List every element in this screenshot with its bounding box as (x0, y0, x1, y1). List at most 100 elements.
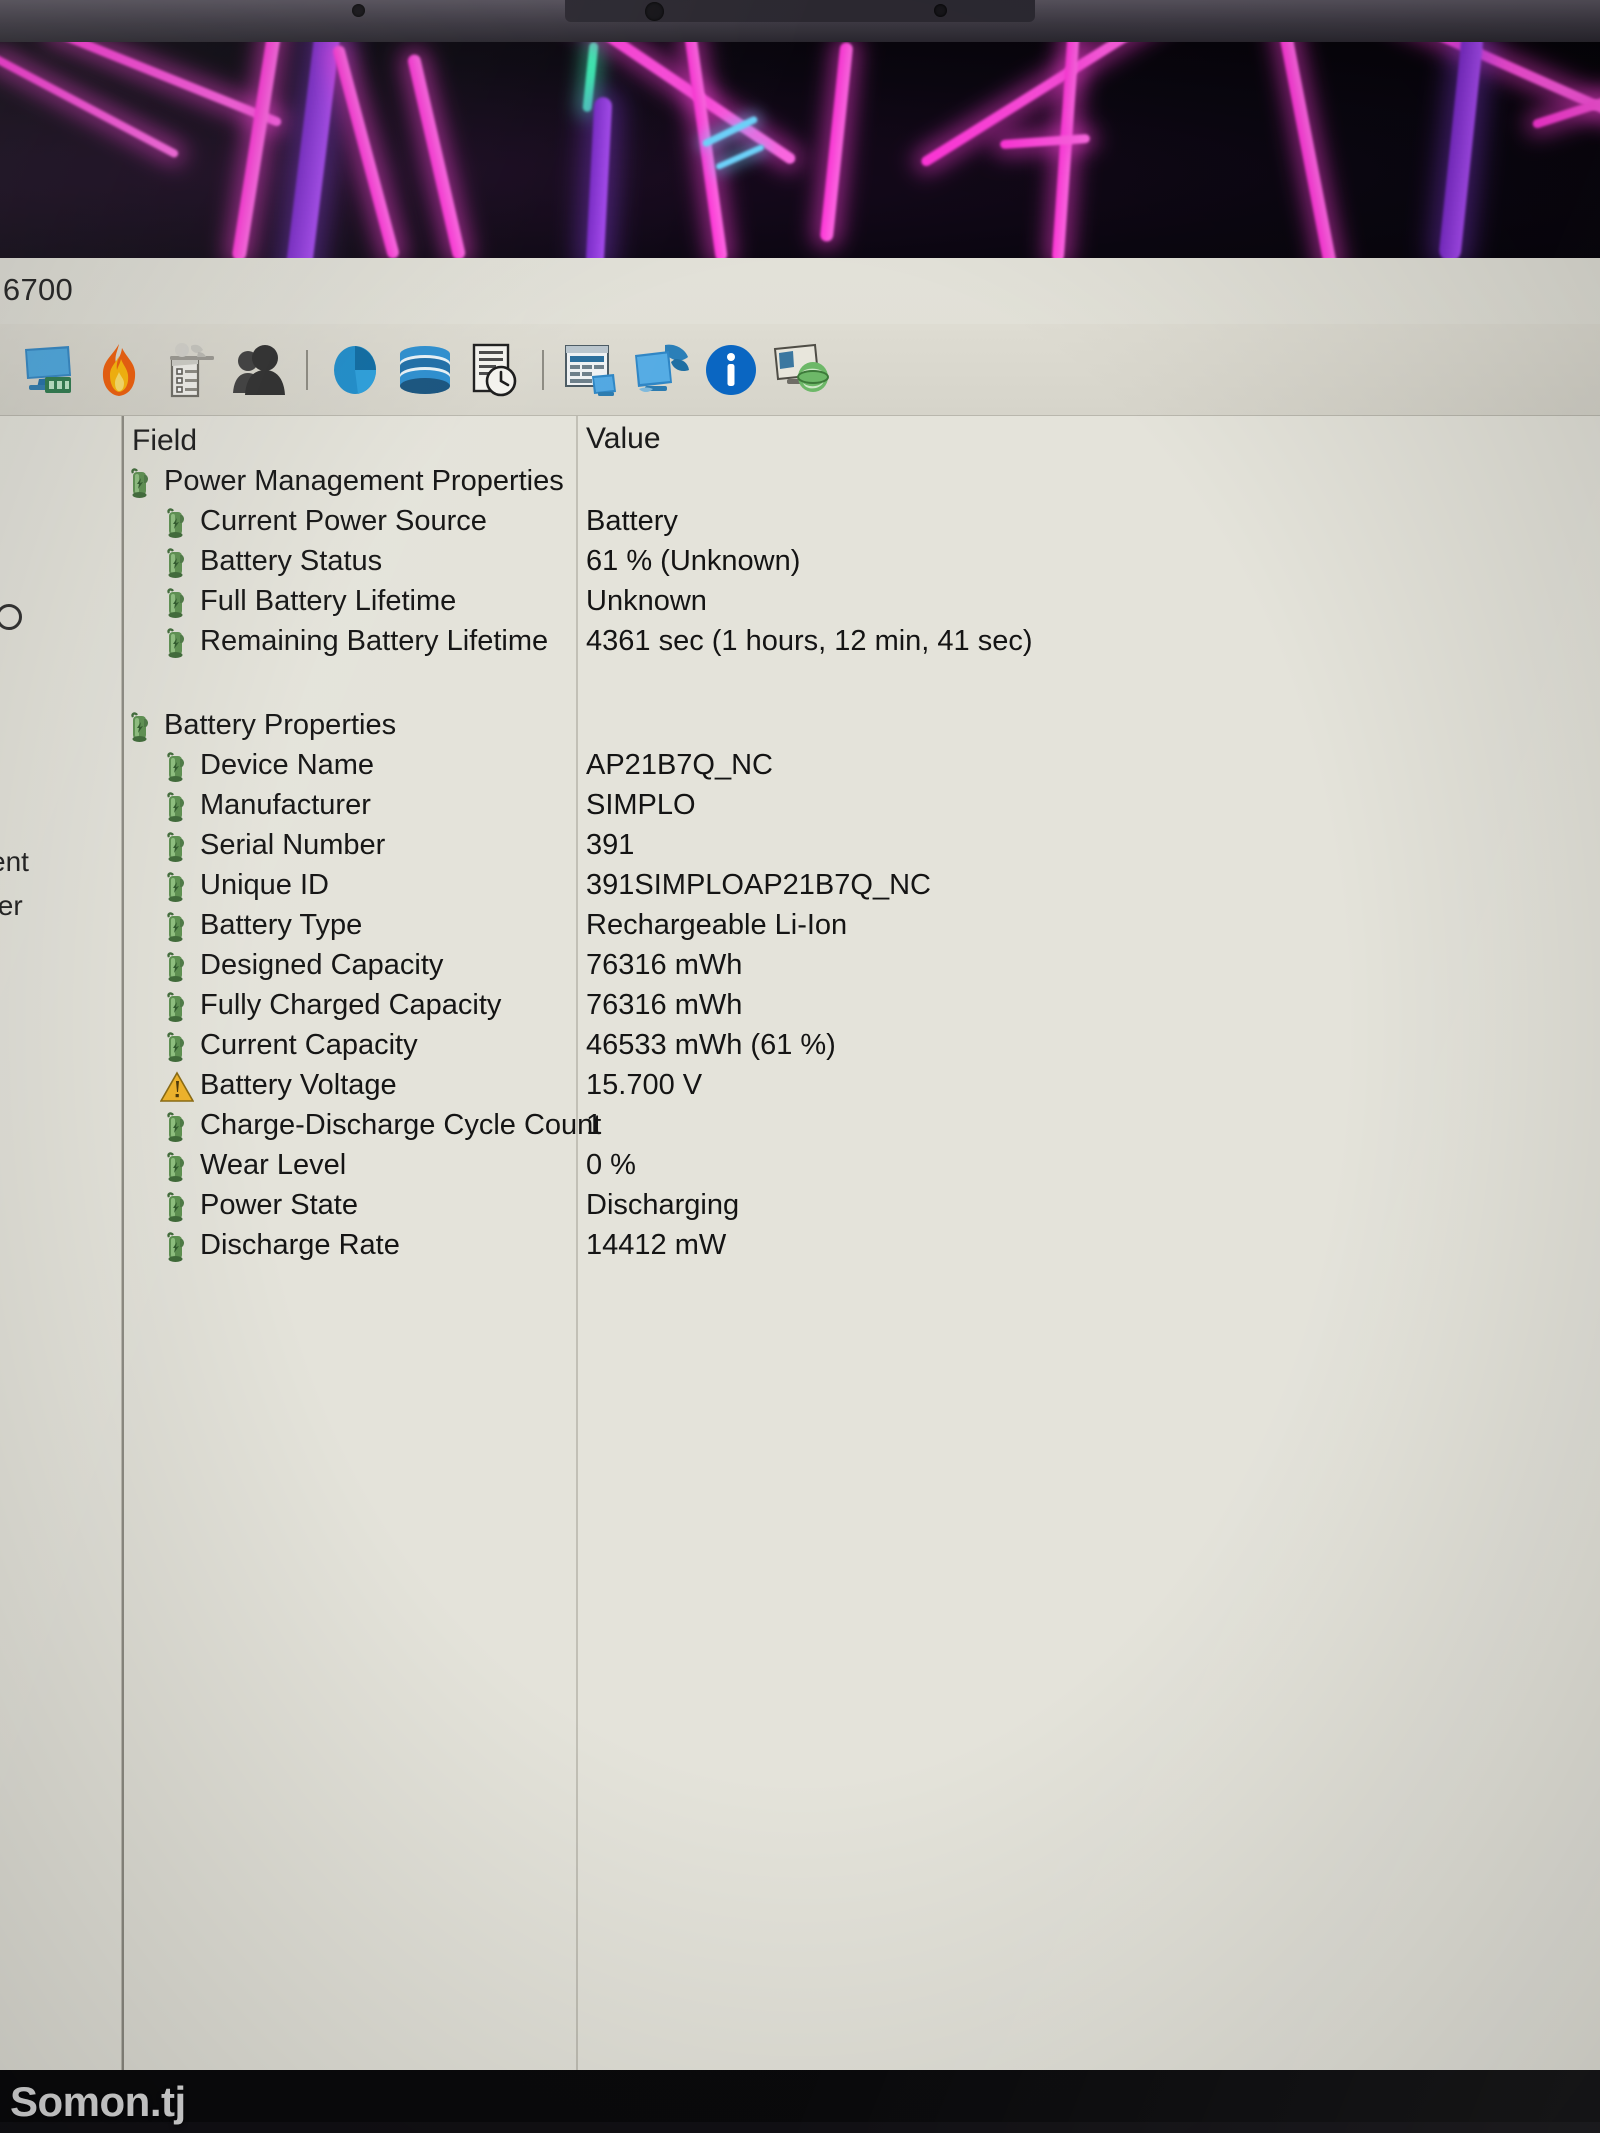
table-row[interactable]: Battery Type Rechargeable Li-Ion (124, 908, 1600, 948)
table-row[interactable]: Battery Voltage 15.700 V (124, 1068, 1600, 1108)
row-field: Wear Level (200, 1149, 347, 1181)
row-field: Serial Number (200, 829, 386, 861)
table-row[interactable]: Discharge Rate 14412 mW (124, 1228, 1600, 1268)
laptop-bezel (0, 0, 1600, 42)
column-header-field[interactable]: Field (132, 424, 197, 458)
report-monitor-icon (565, 345, 616, 396)
toolbar-separator-2 (530, 334, 556, 406)
row-field: Current Power Source (200, 505, 487, 537)
section-title: Battery Properties (164, 709, 397, 741)
properties-rows: Power Management Properties Current Power… (124, 464, 1600, 1268)
window-title: .6700 (0, 272, 74, 307)
table-row[interactable]: Power State Discharging (124, 1188, 1600, 1228)
section-header-row[interactable]: Power Management Properties (124, 464, 1600, 504)
computer-network-icon (25, 346, 71, 393)
table-row[interactable]: Wear Level 0 % (124, 1148, 1600, 1188)
row-value: 0 % (586, 1149, 636, 1181)
toolbar-button-audit-manager[interactable] (224, 334, 294, 406)
users-icon (233, 345, 285, 395)
report-wizard-icon (170, 343, 214, 398)
table-row[interactable]: Unique ID 391SIMPLOAP21B7Q_NC (124, 868, 1600, 908)
toolbar-button-computer[interactable] (14, 334, 84, 406)
row-value: Battery (586, 505, 678, 537)
toolbar-button-information[interactable] (696, 334, 766, 406)
column-header-value[interactable]: Value (586, 422, 661, 456)
row-field: Battery Status (200, 545, 383, 577)
row-field: Remaining Battery Lifetime (200, 625, 549, 657)
bezel-sensor-dot-left (352, 4, 365, 17)
sidebar-item-fragment-computer[interactable]: ter (0, 890, 23, 922)
row-value: Discharging (586, 1189, 740, 1221)
row-value: 46533 mWh (61 %) (586, 1029, 836, 1061)
row-value: 4361 sec (1 hours, 12 min, 41 sec) (586, 625, 1033, 657)
column-header-row: Field Value (124, 416, 1600, 464)
table-row[interactable]: Device Name AP21B7Q_NC (124, 748, 1600, 788)
toolbar-button-report[interactable] (556, 334, 626, 406)
row-value: 76316 mWh (586, 989, 743, 1021)
navigation-tree-sidebar[interactable]: ent ter (0, 416, 122, 2070)
toolbar-button-report-wizard[interactable] (154, 334, 224, 406)
aida64-window: .6700 nt er Field Value Power Management… (0, 258, 1600, 2070)
row-field: Discharge Rate (200, 1229, 400, 1261)
table-row[interactable]: Full Battery Lifetime Unknown (124, 584, 1600, 624)
row-field: Power State (200, 1189, 358, 1221)
row-value: 61 % (Unknown) (586, 545, 801, 577)
row-value: Rechargeable Li-Ion (586, 909, 848, 941)
section-title: Power Management Properties (164, 465, 564, 497)
table-row[interactable]: Manufacturer SIMPLO (124, 788, 1600, 828)
toolbar-button-remote-monitoring[interactable] (626, 334, 696, 406)
window-titlebar: .6700 (0, 258, 1600, 324)
database-icon (400, 346, 450, 394)
toolbar-separator-1 (294, 334, 320, 406)
bezel-sensor-dot-right (934, 4, 947, 17)
section-header-row[interactable]: Battery Properties (124, 708, 1600, 748)
row-value: 1 (586, 1109, 603, 1141)
table-row[interactable]: Fully Charged Capacity 76316 mWh (124, 988, 1600, 1028)
row-value: AP21B7Q_NC (586, 749, 773, 781)
toolbar-button-database[interactable] (390, 334, 460, 406)
row-value: SIMPLO (586, 789, 696, 821)
screen-bottom-edge (0, 2122, 1600, 2133)
scheduled-report-icon (472, 343, 517, 397)
tree-node-icon-partial (0, 604, 22, 630)
toolbar-button-stability-test[interactable] (84, 334, 154, 406)
row-value: 391SIMPLOAP21B7Q_NC (586, 869, 931, 901)
row-field: Charge-Discharge Cycle Count (200, 1109, 602, 1141)
database-chart-icon (334, 346, 377, 394)
network-audit-icon (773, 343, 829, 392)
sidebar-item-fragment-management[interactable]: ent (0, 846, 29, 878)
row-field: Battery Type (200, 909, 363, 941)
table-row[interactable]: Designed Capacity 76316 mWh (124, 948, 1600, 988)
toolbar-button-scheduled-report[interactable] (460, 334, 530, 406)
toolbar-button-database-report[interactable] (320, 334, 390, 406)
row-field: Current Capacity (200, 1029, 418, 1061)
row-field: Designed Capacity (200, 949, 444, 981)
toolbar-button-network-audit[interactable] (766, 334, 836, 406)
row-value: 15.700 V (586, 1069, 703, 1101)
properties-panel: Field Value Power Management Properties C… (122, 416, 1600, 2070)
desktop-wallpaper (0, 42, 1600, 260)
webcam-notch (565, 0, 1035, 22)
flame-icon (102, 344, 136, 396)
table-row[interactable]: Remaining Battery Lifetime 4361 sec (1 ho… (124, 624, 1600, 664)
table-row[interactable]: Current Capacity 46533 mWh (61 %) (124, 1028, 1600, 1068)
info-icon (706, 345, 756, 395)
row-field: Manufacturer (200, 789, 371, 821)
row-field: Battery Voltage (200, 1069, 397, 1101)
table-row[interactable]: Charge-Discharge Cycle Count 1 (124, 1108, 1600, 1148)
table-row[interactable]: Current Power Source Battery (124, 504, 1600, 544)
table-row[interactable]: Battery Status 61 % (Unknown) (124, 544, 1600, 584)
toolbar (0, 324, 1600, 416)
row-field: Fully Charged Capacity (200, 989, 502, 1021)
row-value: Unknown (586, 585, 707, 617)
row-value: 14412 mW (586, 1229, 727, 1261)
row-value: 391 (586, 829, 635, 861)
table-row[interactable]: Serial Number 391 (124, 828, 1600, 868)
row-field: Full Battery Lifetime (200, 585, 457, 617)
remote-monitor-icon (635, 344, 689, 392)
watermark: Somon.tj (10, 2078, 186, 2125)
row-field: Device Name (200, 749, 375, 781)
photo-of-laptop-screen: .6700 nt er Field Value Power Management… (0, 0, 1600, 2133)
row-value: 76316 mWh (586, 949, 743, 981)
